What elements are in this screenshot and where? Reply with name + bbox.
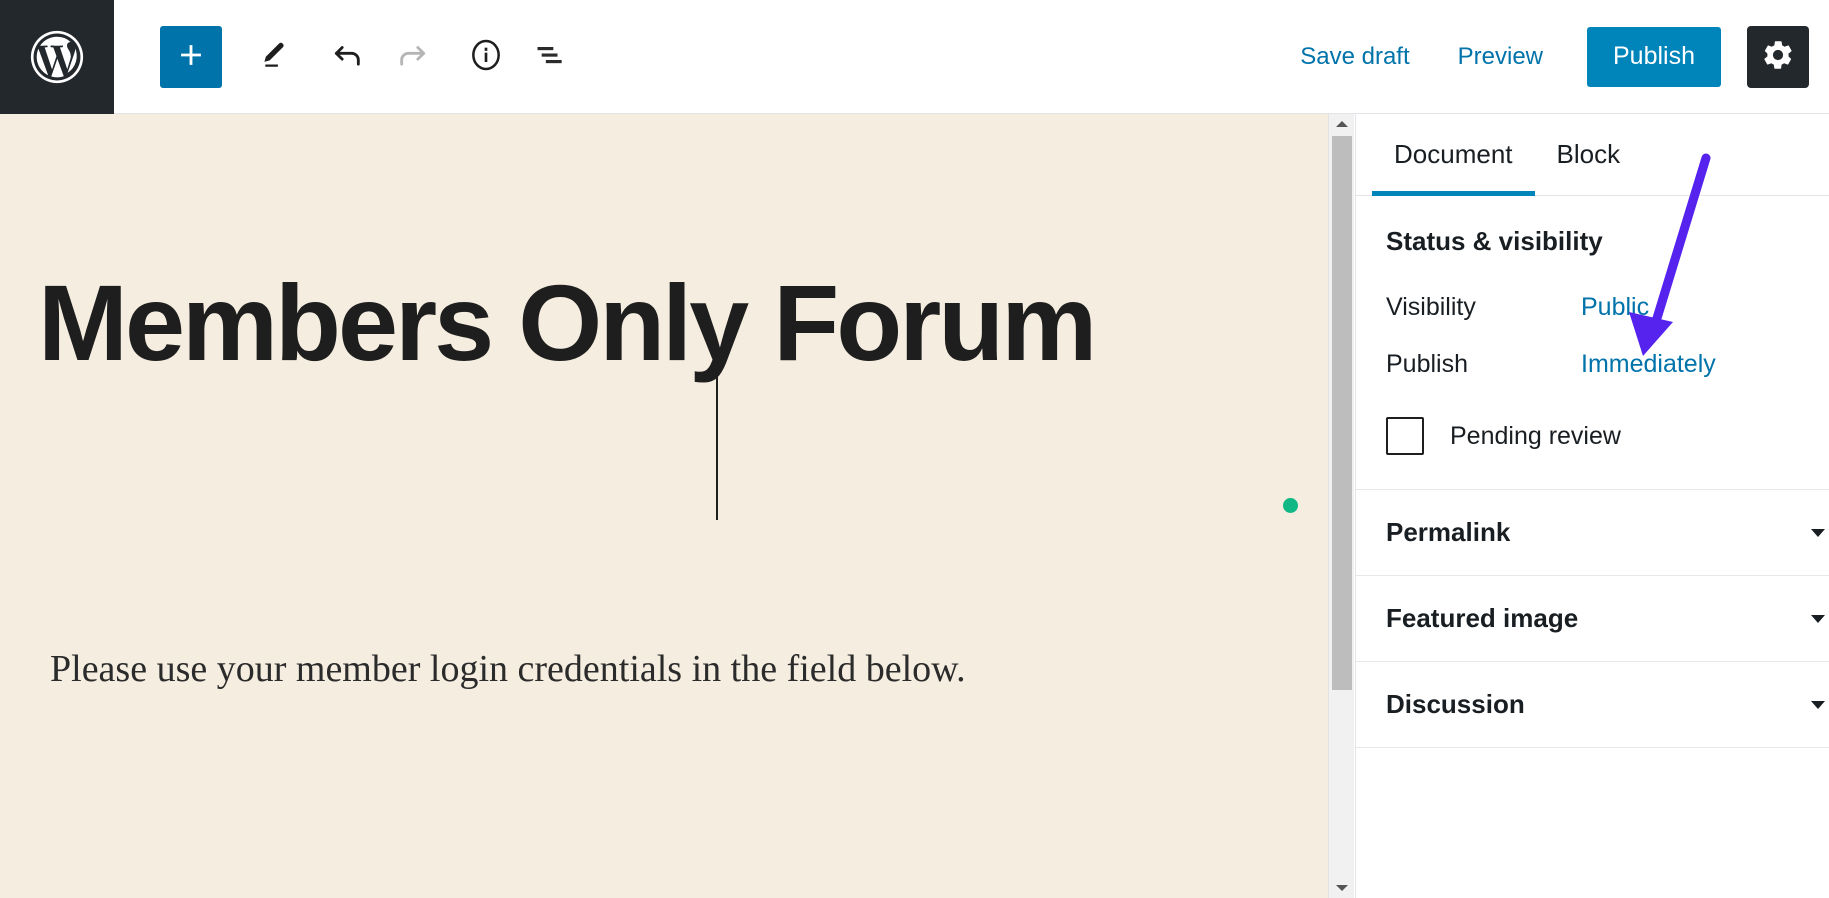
settings-toggle-button[interactable] <box>1747 25 1809 88</box>
discussion-title: Discussion <box>1386 689 1525 719</box>
scrollbar-down-arrow[interactable] <box>1329 878 1354 898</box>
publish-row: Publish Immediately <box>1386 336 1799 393</box>
post-title[interactable]: Members Only Forum <box>38 266 1308 380</box>
undo-arrow-icon <box>328 35 368 78</box>
featured-image-title: Featured image <box>1386 603 1579 633</box>
preview-button[interactable]: Preview <box>1434 31 1567 83</box>
caret-up-icon <box>1335 121 1348 127</box>
featured-image-panel[interactable]: Featured image <box>1356 576 1829 662</box>
edit-tool-button[interactable] <box>242 25 306 89</box>
paragraph-block[interactable]: Please use your member login credentials… <box>50 644 1270 695</box>
publish-value-button[interactable]: Immediately <box>1581 350 1716 379</box>
caret-down-icon <box>1335 885 1348 891</box>
scrollbar-thumb[interactable] <box>1332 136 1352 690</box>
discussion-panel[interactable]: Discussion <box>1356 662 1829 748</box>
permalink-title: Permalink <box>1386 517 1511 547</box>
redo-button[interactable] <box>380 25 444 89</box>
undo-button[interactable] <box>316 25 380 89</box>
plus-icon <box>174 38 208 75</box>
canvas-scrollbar[interactable] <box>1328 114 1354 898</box>
wordpress-logo-icon <box>28 28 86 86</box>
pending-review-row: Pending review <box>1386 393 1799 489</box>
publish-label: Publish <box>1386 350 1468 378</box>
panel-title-status-visibility[interactable]: Status & visibility <box>1386 196 1799 279</box>
wordpress-editor-window: Save draft Preview Publish Members Only … <box>0 0 1829 898</box>
pencil-icon <box>256 37 292 76</box>
gear-icon <box>1761 38 1795 75</box>
tab-document[interactable]: Document <box>1372 114 1535 196</box>
editor-canvas[interactable]: Members Only Forum Please use your membe… <box>0 114 1328 898</box>
visibility-row: Visibility Public <box>1386 279 1799 336</box>
settings-sidebar: Document Block Status & visibility Visib… <box>1355 114 1829 898</box>
pending-review-checkbox[interactable] <box>1386 417 1424 455</box>
permalink-panel[interactable]: Permalink <box>1356 490 1829 576</box>
tab-block[interactable]: Block <box>1535 114 1643 195</box>
visibility-value-button[interactable]: Public <box>1581 293 1649 322</box>
content-info-button[interactable] <box>454 25 518 89</box>
save-draft-button[interactable]: Save draft <box>1276 31 1433 83</box>
chevron-down-icon <box>1811 700 1825 709</box>
pending-review-label: Pending review <box>1450 421 1621 450</box>
toolbar-left-group <box>114 25 582 89</box>
chevron-down-icon <box>1811 614 1825 623</box>
wordpress-logo-button[interactable] <box>0 0 114 114</box>
text-caret <box>716 376 718 520</box>
list-view-icon <box>530 35 570 78</box>
block-status-indicator <box>1280 495 1301 516</box>
visibility-label: Visibility <box>1386 293 1476 321</box>
info-circle-icon <box>466 35 506 78</box>
status-and-visibility-panel: Status & visibility Visibility Public Pu… <box>1356 196 1829 490</box>
redo-arrow-icon <box>392 35 432 78</box>
chevron-down-icon <box>1811 528 1825 537</box>
sidebar-tablist: Document Block <box>1356 114 1829 196</box>
block-navigation-button[interactable] <box>518 25 582 89</box>
scrollbar-up-arrow[interactable] <box>1329 114 1354 134</box>
publish-button[interactable]: Publish <box>1587 26 1721 87</box>
block-inserter-button[interactable] <box>160 25 222 88</box>
toolbar-right-group: Save draft Preview Publish <box>1276 25 1829 88</box>
editor-toolbar: Save draft Preview Publish <box>0 0 1829 114</box>
